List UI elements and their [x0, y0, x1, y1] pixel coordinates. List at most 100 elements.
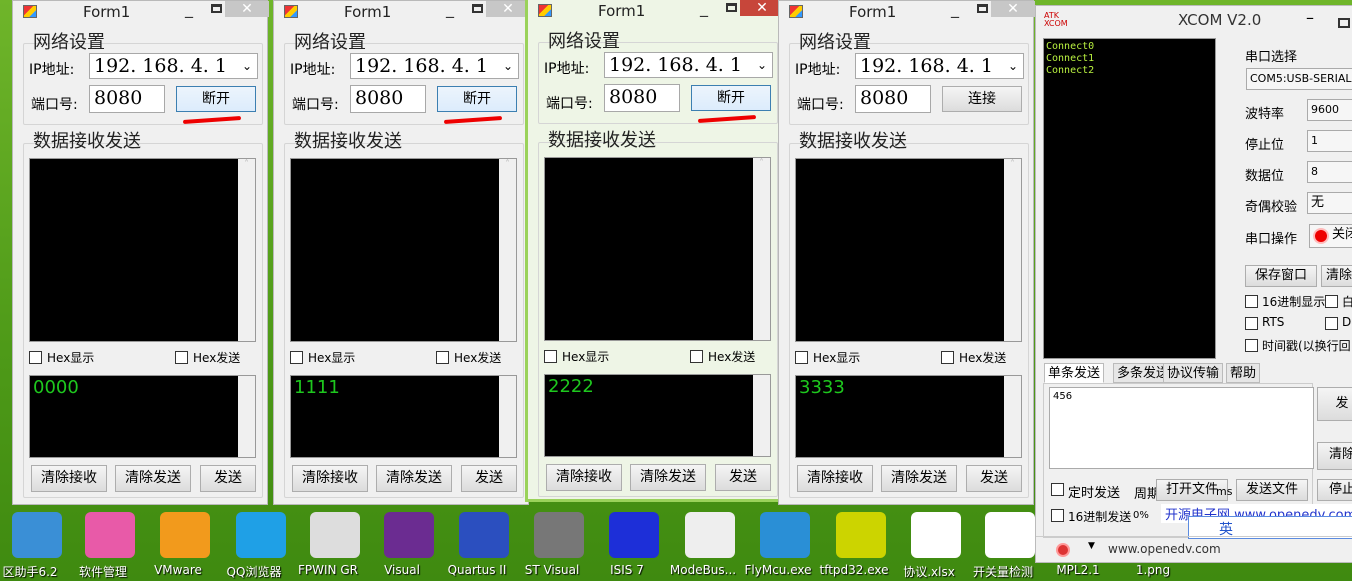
send-button[interactable]: 发送: [966, 465, 1022, 492]
tab-3[interactable]: 帮助: [1226, 363, 1261, 383]
clear-button[interactable]: 清除: [1321, 265, 1352, 287]
vertical-scrollbar[interactable]: ˄: [1004, 159, 1021, 341]
desktop-icon-label[interactable]: MPL2.1: [1038, 563, 1118, 577]
desktop-icon-label[interactable]: Visual: [362, 563, 442, 577]
vertical-scrollbar[interactable]: [499, 376, 516, 457]
send-textbox[interactable]: 2222: [544, 374, 771, 457]
stop-button[interactable]: 停止: [1317, 479, 1352, 501]
clear-send-button[interactable]: 清除发送: [115, 465, 191, 492]
desktop-icon-label[interactable]: ModeBus...: [663, 563, 743, 577]
send-textbox[interactable]: 3333: [795, 375, 1022, 458]
minimize-button[interactable]: _: [446, 0, 454, 18]
ip-combobox[interactable]: 192. 168. 4. 1 ⌄: [350, 53, 519, 79]
dropdown-icon[interactable]: ▼: [1088, 541, 1095, 551]
desktop-icon[interactable]: [459, 512, 509, 558]
minimize-button[interactable]: _: [185, 0, 193, 18]
baud-select[interactable]: 9600: [1307, 99, 1352, 121]
desktop-icon[interactable]: [12, 512, 62, 558]
port-input[interactable]: 8080: [604, 84, 680, 112]
send-file-button[interactable]: 发送文件: [1236, 479, 1308, 501]
desktop-icon-label[interactable]: ST Visual: [512, 563, 592, 577]
hex-display-checkbox[interactable]: [290, 351, 303, 364]
receive-textbox[interactable]: ˄: [544, 157, 771, 341]
connect-button[interactable]: 断开: [691, 85, 771, 111]
chevron-down-icon[interactable]: ⌄: [1008, 54, 1018, 78]
hex-display-checkbox[interactable]: [795, 351, 808, 364]
checkbox-dtr[interactable]: [1325, 317, 1338, 330]
receive-textbox[interactable]: ˄: [290, 158, 517, 342]
desktop-icon[interactable]: [836, 512, 886, 558]
receive-textbox[interactable]: ˄: [29, 158, 256, 342]
timed-send-checkbox[interactable]: [1051, 483, 1064, 496]
minimize-button[interactable]: _: [700, 0, 708, 17]
open-close-port-button[interactable]: 关闭: [1309, 224, 1352, 248]
vertical-scrollbar[interactable]: ˄: [238, 159, 255, 341]
hex-send-checkbox[interactable]: [175, 351, 188, 364]
minimize-button[interactable]: _: [951, 0, 959, 18]
receive-area[interactable]: Connect0 Connect1 Connect2: [1043, 38, 1216, 359]
hex-send-checkbox[interactable]: [1051, 509, 1064, 522]
port-input[interactable]: 8080: [855, 85, 931, 113]
data-bits-select[interactable]: 8: [1307, 161, 1352, 183]
vertical-scrollbar[interactable]: [238, 376, 255, 457]
desktop-icon-label[interactable]: QQ浏览器: [214, 563, 294, 580]
hex-send-checkbox[interactable]: [436, 351, 449, 364]
send-button[interactable]: 发送: [461, 465, 517, 492]
maximize-button[interactable]: [472, 4, 483, 13]
port-select[interactable]: COM5:USB-SERIAL: [1246, 68, 1352, 90]
desktop-icon-label[interactable]: 1.png: [1113, 563, 1193, 577]
desktop-icon[interactable]: [911, 512, 961, 558]
vertical-scrollbar[interactable]: ˄: [753, 158, 770, 340]
ip-combobox[interactable]: 192. 168. 4. 1 ⌄: [604, 52, 773, 78]
desktop-icon-label[interactable]: tftpd32.exe: [814, 563, 894, 577]
clear-send-button[interactable]: 清除发送: [630, 464, 706, 491]
checkbox-hex_display[interactable]: [1245, 295, 1258, 308]
vertical-scrollbar[interactable]: [753, 375, 770, 456]
clear-receive-button[interactable]: 清除接收: [546, 464, 622, 491]
hex-display-checkbox[interactable]: [29, 351, 42, 364]
vertical-scrollbar[interactable]: ˄: [499, 159, 516, 341]
desktop-icon[interactable]: [310, 512, 360, 558]
desktop-icon[interactable]: [384, 512, 434, 558]
clear-receive-button[interactable]: 清除接收: [797, 465, 873, 492]
clear-send-button[interactable]: 清除: [1317, 442, 1352, 470]
connect-button[interactable]: 断开: [437, 86, 517, 112]
send-button[interactable]: 发: [1317, 387, 1352, 421]
ip-combobox[interactable]: 192. 168. 4. 1 ⌄: [89, 53, 258, 79]
desktop-icon[interactable]: [609, 512, 659, 558]
minimize-button[interactable]: –: [1306, 8, 1314, 27]
desktop-icon[interactable]: [160, 512, 210, 558]
hex-display-checkbox[interactable]: [544, 350, 557, 363]
stop-bits-select[interactable]: 1: [1307, 130, 1352, 152]
connect-button[interactable]: 连接: [942, 86, 1022, 112]
send-button[interactable]: 发送: [715, 464, 771, 491]
desktop-icon[interactable]: [685, 512, 735, 558]
desktop-icon[interactable]: [760, 512, 810, 558]
receive-textbox[interactable]: ˄: [795, 158, 1022, 342]
send-textbox[interactable]: 1111: [290, 375, 517, 458]
desktop-icon-label[interactable]: 软件管理: [63, 563, 143, 580]
desktop-icon[interactable]: [985, 512, 1035, 558]
send-button[interactable]: 发送: [200, 465, 256, 492]
maximize-button[interactable]: [726, 3, 737, 12]
desktop-icon-label[interactable]: 开关量检测: [963, 563, 1043, 580]
tab-0[interactable]: 单条发送: [1044, 363, 1105, 383]
chevron-down-icon[interactable]: ⌄: [242, 54, 252, 78]
connect-button[interactable]: 断开: [176, 86, 256, 112]
tab-2[interactable]: 协议传输: [1163, 363, 1224, 383]
desktop-icon-label[interactable]: FPWIN GR: [288, 563, 368, 577]
status-url[interactable]: www.openedv.com: [1108, 542, 1221, 556]
clear-receive-button[interactable]: 清除接收: [292, 465, 368, 492]
chevron-down-icon[interactable]: ⌄: [757, 53, 767, 77]
close-button[interactable]: ✕: [991, 1, 1035, 17]
desktop-icon[interactable]: [236, 512, 286, 558]
clear-send-button[interactable]: 清除发送: [881, 465, 957, 492]
close-button[interactable]: ✕: [486, 1, 530, 17]
checkbox-auto[interactable]: [1325, 295, 1338, 308]
desktop-icon[interactable]: [85, 512, 135, 558]
desktop-icon-label[interactable]: ISIS 7: [587, 563, 667, 577]
desktop-icon-label[interactable]: 协议.xlsx: [889, 563, 969, 580]
maximize-button[interactable]: [1338, 18, 1350, 28]
hex-send-checkbox[interactable]: [690, 350, 703, 363]
power-icon[interactable]: [1056, 543, 1070, 557]
